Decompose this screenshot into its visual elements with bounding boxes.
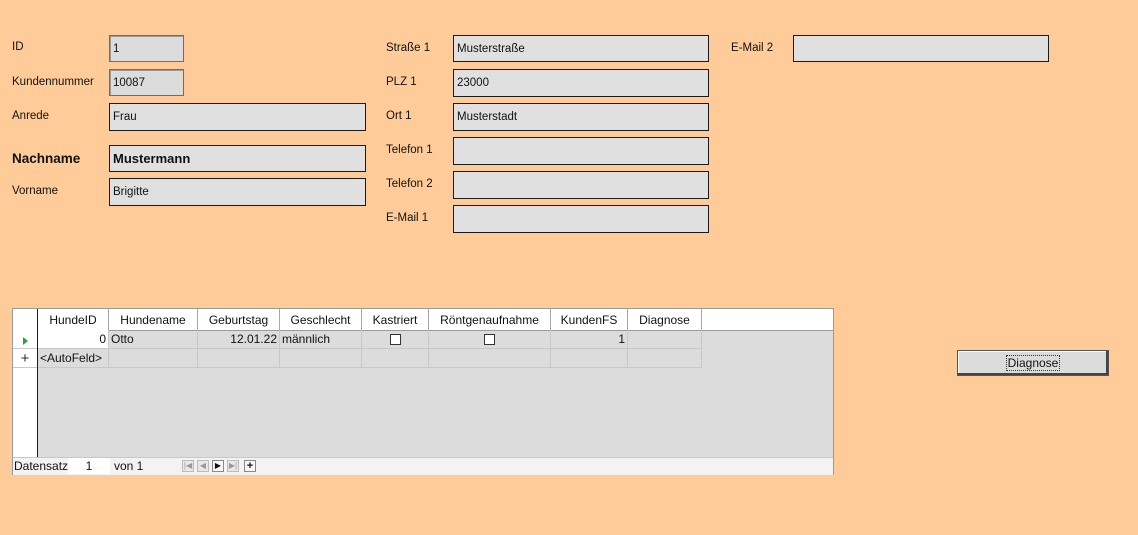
ort1-field[interactable]: Musterstadt — [453, 103, 709, 131]
column-header-geburtstag[interactable]: Geburtstag — [198, 309, 280, 330]
table-cell-new-hundeid[interactable]: <AutoFeld> — [38, 349, 109, 368]
email2-field[interactable] — [793, 35, 1049, 62]
column-header-roentgenaufnahme[interactable]: Röntgenaufnahme — [429, 309, 551, 330]
table-cell-new-hundename[interactable] — [109, 349, 198, 368]
ort1-label: Ort 1 — [386, 110, 412, 122]
column-header-hundename[interactable]: Hundename — [109, 309, 198, 330]
telefon2-field[interactable] — [453, 171, 709, 199]
plus-icon: + — [20, 349, 30, 367]
table-cell-new-kastriert[interactable] — [362, 349, 429, 368]
table-cell-new-roentgenaufnahme[interactable] — [429, 349, 551, 368]
plz1-label: PLZ 1 — [386, 76, 417, 88]
table-header: HundeID Hundename Geburtstag Geschlecht … — [13, 309, 833, 331]
anrede-label: Anrede — [12, 110, 50, 122]
hunde-table[interactable]: HundeID Hundename Geburtstag Geschlecht … — [12, 308, 834, 475]
table-cell-kastriert[interactable] — [362, 330, 429, 349]
new-record-icon[interactable]: + — [244, 460, 256, 472]
first-record-icon[interactable]: |◀ — [182, 460, 194, 472]
table-cell-new-diagnose[interactable] — [628, 349, 702, 368]
kundennummer-label: Kundennummer — [12, 76, 94, 88]
strasse1-label: Straße 1 — [386, 42, 431, 54]
previous-record-icon[interactable]: ◀ — [197, 460, 209, 472]
nachname-field[interactable]: Mustermann — [109, 145, 366, 172]
roentgenaufnahme-checkbox[interactable] — [484, 333, 495, 345]
table-cell-new-kundenfs[interactable] — [551, 349, 628, 368]
record-count-label: von 1 — [114, 459, 144, 473]
telefon1-field[interactable] — [453, 137, 709, 165]
last-record-icon[interactable]: ▶| — [227, 460, 239, 472]
column-header-kastriert[interactable]: Kastriert — [362, 309, 429, 330]
email2-label: E-Mail 2 — [731, 42, 774, 54]
record-number-input[interactable]: 1 — [68, 458, 110, 474]
column-header-diagnose[interactable]: Diagnose — [628, 309, 702, 330]
table-cell-kundenfs[interactable]: 1 — [551, 330, 628, 349]
table-cell-hundename[interactable]: Otto — [109, 330, 198, 349]
current-row-marker[interactable] — [13, 330, 37, 349]
column-header-hundeid[interactable]: HundeID — [38, 309, 109, 330]
telefon1-label: Telefon 1 — [386, 144, 433, 156]
table-cell-geburtstag[interactable]: 12.01.22 — [198, 330, 280, 349]
table-cell-new-geschlecht[interactable] — [280, 349, 362, 368]
plz1-field[interactable]: 23000 — [453, 69, 709, 97]
email1-label: E-Mail 1 — [386, 212, 429, 224]
kundennummer-field[interactable]: 10087 — [109, 69, 184, 96]
vorname-field[interactable]: Brigitte — [109, 178, 366, 206]
diagnose-button[interactable]: Diagnose — [957, 350, 1109, 376]
telefon2-label: Telefon 2 — [386, 178, 433, 190]
table-cell-diagnose[interactable] — [628, 330, 702, 349]
new-row-marker[interactable]: + — [13, 349, 37, 368]
id-label: ID — [12, 41, 24, 53]
email1-field[interactable] — [453, 205, 709, 233]
triangle-right-icon — [22, 336, 28, 345]
strasse1-field[interactable]: Musterstraße — [453, 35, 709, 62]
kastriert-checkbox[interactable] — [389, 333, 401, 345]
vorname-label: Vorname — [12, 185, 59, 197]
column-header-geschlecht[interactable]: Geschlecht — [280, 309, 362, 330]
next-record-icon[interactable]: ▶ — [212, 460, 224, 472]
record-navigation-bar: Datensatz 1 von 1 |◀ ◀ ▶ ▶| + — [13, 457, 833, 475]
table-cell-roentgenaufnahme[interactable] — [429, 330, 551, 349]
table-cell-hundeid[interactable]: 0 — [38, 330, 109, 349]
diagnose-button-label: Diagnose — [1005, 355, 1061, 371]
record-label: Datensatz — [14, 459, 69, 473]
column-header-kundenfs[interactable]: KundenFS — [551, 309, 628, 330]
anrede-field[interactable]: Frau — [109, 103, 366, 131]
row-header-column: + — [13, 309, 38, 457]
table-cell-new-geburtstag[interactable] — [198, 349, 280, 368]
table-cell-geschlecht[interactable]: männlich — [280, 330, 362, 349]
nachname-label: Nachname — [12, 151, 81, 166]
id-field[interactable]: 1 — [109, 35, 184, 62]
